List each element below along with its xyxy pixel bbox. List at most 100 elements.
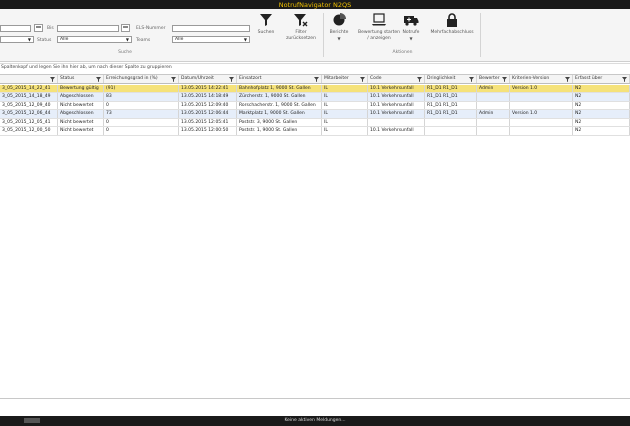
calendar-icon[interactable] xyxy=(121,24,130,32)
status-label: Status xyxy=(37,38,52,43)
column-header[interactable]: Dringlichkeit xyxy=(425,75,477,83)
column-filter-icon[interactable] xyxy=(469,77,474,82)
table-cell: N2 xyxy=(573,93,630,101)
status-value: Alle xyxy=(60,37,69,42)
search-group-label: Suche xyxy=(118,50,132,55)
reports-button[interactable]: Berichte ▼ xyxy=(325,13,353,41)
column-header-label: Dringlichkeit xyxy=(427,76,456,81)
table-cell: IL xyxy=(322,110,368,118)
table-cell: 0 xyxy=(104,101,179,109)
column-header[interactable]: Mitarbeiter xyxy=(322,75,368,83)
table-cell: 10.1 Verkehrsunfall xyxy=(368,127,425,135)
separator xyxy=(480,13,481,57)
column-header[interactable]: Kriterien-Version xyxy=(510,75,573,83)
table-cell: Nicht bewertet xyxy=(58,118,104,126)
column-header-label: Datum/Uhrzeit xyxy=(181,76,214,81)
column-filter-icon[interactable] xyxy=(229,77,234,82)
chevron-down-icon: ▼ xyxy=(337,35,341,41)
column-filter-icon[interactable] xyxy=(622,77,627,82)
table-cell xyxy=(477,93,510,101)
von-date-field[interactable] xyxy=(0,25,31,32)
dropdown-arrow-icon: ▼ xyxy=(125,37,129,42)
column-filter-icon[interactable] xyxy=(360,77,365,82)
column-header[interactable]: Erreichungsgrad in (%) xyxy=(104,75,179,83)
table-cell: 83 xyxy=(104,93,179,101)
table-cell: 13.05.2015 12:00:50 xyxy=(179,127,237,135)
column-filter-icon[interactable] xyxy=(502,77,507,82)
table-cell: Rorschacherstr. 1, 9000 St. Gallen xyxy=(237,101,322,109)
table-cell: 10.1 Verkehrsunfall xyxy=(368,84,425,92)
table-cell: Marktplatz 1, 9000 St. Gallen xyxy=(237,110,322,118)
table-cell: 0 xyxy=(104,118,179,126)
bis-label: Bis xyxy=(47,26,54,31)
column-header[interactable]: Datum/Uhrzeit xyxy=(179,75,237,83)
status-bar: Keine aktiven Meldungen... xyxy=(0,416,630,426)
table-row[interactable]: 3_05_2015_12_06_44 Abgeschlossen 73 13.05.2… xyxy=(0,110,630,119)
column-filter-icon[interactable] xyxy=(417,77,422,82)
table-cell xyxy=(368,118,425,126)
table-header: Status Erreichungsgrad in (%) Datum/Uhrzei… xyxy=(0,75,630,84)
teams-select[interactable]: Alle ▼ xyxy=(172,36,250,43)
table-cell: 10.1 Verkehrsunfall xyxy=(368,101,425,109)
search-button-label: Suchen xyxy=(257,30,275,35)
emergency-calls-button[interactable]: Notrufe ▼ xyxy=(400,13,422,41)
reset-filter-button[interactable]: Filter zurücksetzen xyxy=(284,13,318,41)
table-cell: 3_05_2015_12_00_50 xyxy=(0,127,58,135)
table-cell: R1_D1 R1_D1 xyxy=(425,101,477,109)
table-cell xyxy=(510,93,573,101)
column-header[interactable] xyxy=(0,75,58,83)
rating-button[interactable]: Bewertung starten / anzeigen xyxy=(357,13,401,41)
multi-close-button[interactable]: Mehrfachabschluss xyxy=(426,13,478,36)
table-cell: IL xyxy=(322,93,368,101)
calendar-icon[interactable] xyxy=(34,24,43,32)
table-cell: Poststr. 3, 9000 St. Gallen xyxy=(237,118,322,126)
table-cell: 10.1 Verkehrsunfall xyxy=(368,93,425,101)
column-header[interactable]: Erfasst über xyxy=(573,75,630,83)
column-header[interactable]: Bewerter xyxy=(477,75,510,83)
chevron-down-icon: ▼ xyxy=(409,35,413,41)
table-cell: 13.05.2015 14:22:41 xyxy=(179,84,237,92)
first-dropdown[interactable]: ▼ xyxy=(0,36,34,43)
column-header-label: Erreichungsgrad in (%) xyxy=(106,76,158,81)
status-select[interactable]: Alle ▼ xyxy=(57,36,132,43)
table-cell: 13.05.2015 12:05:41 xyxy=(179,118,237,126)
table-cell: Version 1.0 xyxy=(510,84,573,92)
rating-label: Bewertung starten / anzeigen xyxy=(357,30,400,41)
table-cell: 3_05_2015_14_18_49 xyxy=(0,93,58,101)
bis-date-field[interactable] xyxy=(57,25,119,32)
column-filter-icon[interactable] xyxy=(314,77,319,82)
table-cell: IL xyxy=(322,101,368,109)
table-cell: Nicht bewertet xyxy=(58,101,104,109)
pie-chart-icon xyxy=(325,13,353,27)
laptop-icon xyxy=(357,13,401,27)
column-header[interactable]: Status xyxy=(58,75,104,83)
dropdown-arrow-icon: ▼ xyxy=(243,37,247,42)
table-cell: N2 xyxy=(573,84,630,92)
ribbon: Bis ELS-Nummer ▼ Status Alle ▼ Teams All… xyxy=(0,9,630,62)
column-filter-icon[interactable] xyxy=(50,77,55,82)
table-cell xyxy=(510,127,573,135)
actions-group-label: Aktionen xyxy=(392,50,413,55)
column-header[interactable]: Code xyxy=(368,75,425,83)
table-row[interactable]: 3_05_2015_14_18_49 Abgeschlossen 83 13.05.2… xyxy=(0,93,630,102)
table-row[interactable]: 3_05_2015_12_00_50 Nicht bewertet 0 13.05.2… xyxy=(0,127,630,136)
table-cell: IL xyxy=(322,84,368,92)
divider xyxy=(0,398,630,399)
table-cell xyxy=(510,118,573,126)
table-cell: Abgeschlossen xyxy=(58,93,104,101)
search-button[interactable]: Suchen xyxy=(254,13,278,36)
els-number-field[interactable] xyxy=(172,25,250,32)
column-filter-icon[interactable] xyxy=(565,77,570,82)
column-header-label: Einsatzort xyxy=(239,76,262,81)
table-cell: R1_D1 R1_D1 xyxy=(425,84,477,92)
table-row[interactable]: 3_05_2015_12_05_41 Nicht bewertet 0 13.05.2… xyxy=(0,118,630,127)
table-cell: 13.05.2015 12:09:40 xyxy=(179,101,237,109)
column-filter-icon[interactable] xyxy=(171,77,176,82)
table-cell: 3_05_2015_14_22_41 xyxy=(0,84,58,92)
table-row[interactable]: 3_05_2015_14_22_41 Bewertung gültig (91) 13… xyxy=(0,84,630,93)
column-filter-icon[interactable] xyxy=(96,77,101,82)
table-row[interactable]: 3_05_2015_12_09_40 Nicht bewertet 0 13.05.2… xyxy=(0,101,630,110)
column-header[interactable]: Einsatzort xyxy=(237,75,322,83)
table-cell: IL xyxy=(322,127,368,135)
table-cell xyxy=(477,127,510,135)
